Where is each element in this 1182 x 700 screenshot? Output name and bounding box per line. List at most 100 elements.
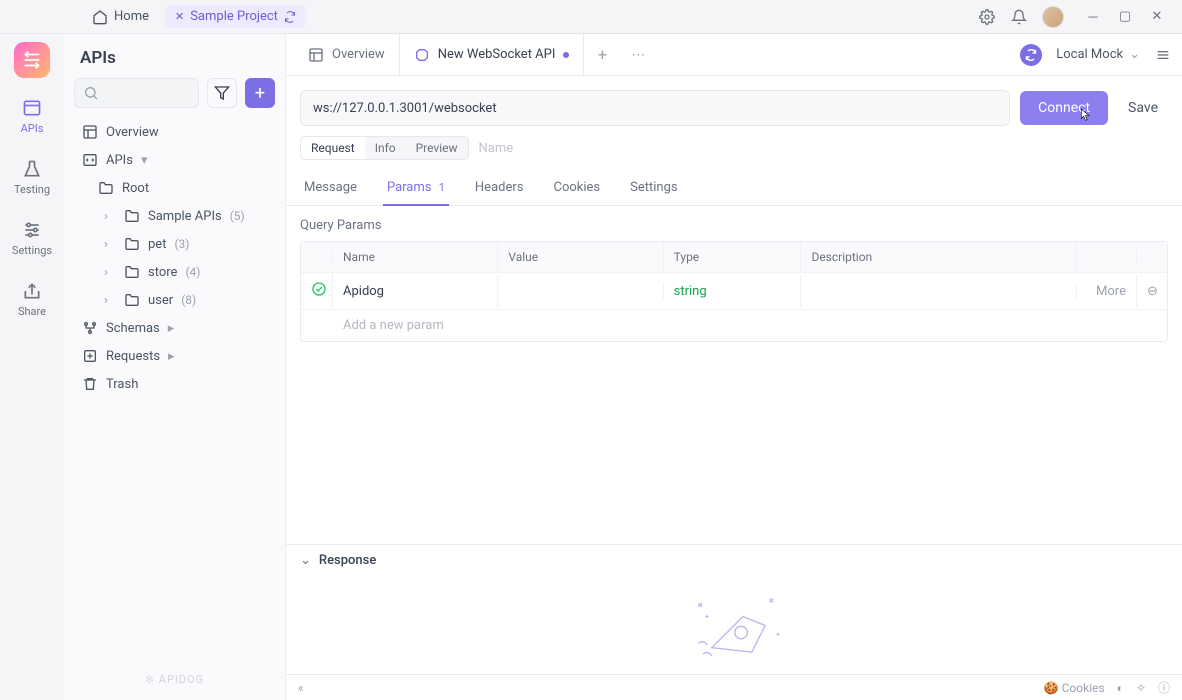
info-icon[interactable]: ⓘ [1158, 679, 1170, 696]
status-cookies[interactable]: 🍪 Cookies [1044, 681, 1105, 695]
close-icon[interactable]: ✕ [175, 10, 184, 23]
tree-trash-label: Trash [106, 377, 138, 392]
env-select[interactable]: Local Mock ⌄ [1052, 47, 1144, 62]
tree-root-label: Root [122, 181, 149, 196]
reqtab-params[interactable]: Params 1 [383, 172, 449, 205]
folder-icon [98, 180, 114, 196]
tab-websocket-label: New WebSocket API [438, 47, 556, 62]
tree-sample-apis[interactable]: › Sample APIs (5) [74, 202, 275, 230]
tab-more-icon[interactable]: ⋯ [620, 34, 656, 75]
home-crumb[interactable]: Home [84, 5, 157, 29]
param-row[interactable]: Apidog string More ⊖ [301, 272, 1167, 309]
rail-testing-label: Testing [14, 183, 50, 196]
help-icon[interactable]: ◐ [1117, 681, 1124, 695]
tree-root[interactable]: Root [74, 174, 275, 202]
rail-apis-label: APIs [21, 122, 44, 135]
add-param[interactable]: Add a new param [301, 309, 1167, 341]
requests-icon [82, 348, 98, 364]
status-cookies-label: Cookies [1062, 681, 1105, 695]
add-button[interactable]: + [245, 78, 275, 108]
url-value: ws://127.0.0.1.3001/websocket [313, 101, 497, 116]
reqtab-settings[interactable]: Settings [626, 172, 681, 205]
param-remove-icon[interactable]: ⊖ [1137, 276, 1167, 307]
tree-overview[interactable]: Overview [74, 118, 275, 146]
refresh-icon [284, 11, 296, 23]
param-more[interactable]: More [1077, 276, 1137, 307]
param-desc[interactable] [801, 283, 1077, 299]
tree-requests[interactable]: Requests ▸ [74, 342, 275, 370]
chevron-right-icon: › [104, 237, 116, 252]
feedback-icon[interactable]: ✧ [1136, 681, 1146, 695]
col-desc: Description [801, 242, 1077, 272]
pill-info[interactable]: Info [365, 137, 406, 159]
layout-icon [82, 124, 98, 140]
reqtab-message[interactable]: Message [300, 172, 361, 205]
folder-icon [124, 208, 140, 224]
tree-folder-label: Sample APIs [148, 209, 222, 224]
pill-preview[interactable]: Preview [406, 137, 468, 159]
env-badge-icon[interactable] [1020, 44, 1042, 66]
search-input[interactable] [74, 78, 199, 108]
home-label: Home [114, 9, 149, 24]
websocket-icon [414, 47, 430, 63]
cookie-icon: 🍪 [1044, 681, 1059, 695]
collapse-panels-icon[interactable]: « [298, 681, 304, 695]
reqtab-cookies[interactable]: Cookies [550, 172, 605, 205]
tab-websocket[interactable]: New WebSocket API [400, 34, 585, 75]
chevron-right-icon: ▸ [168, 349, 180, 364]
tree-requests-label: Requests [106, 349, 160, 364]
col-name: Name [333, 242, 498, 272]
param-value[interactable] [498, 283, 663, 299]
reqtab-headers[interactable]: Headers [471, 172, 528, 205]
settings-gear-icon[interactable] [978, 8, 996, 26]
project-label: Sample Project [190, 9, 278, 24]
tab-add[interactable]: + [584, 34, 620, 75]
code-icon [82, 152, 98, 168]
schema-icon [82, 320, 98, 336]
window-maximize-icon[interactable]: ▢ [1116, 8, 1134, 26]
tree-store[interactable]: › store (4) [74, 258, 275, 286]
name-placeholder[interactable]: Name [479, 141, 514, 156]
pill-request[interactable]: Request [301, 137, 365, 159]
avatar[interactable] [1042, 6, 1064, 28]
layout-icon [308, 47, 324, 63]
window-close-icon[interactable]: ✕ [1148, 8, 1166, 26]
response-toggle[interactable]: ⌄ Response [300, 553, 1168, 568]
params-header: Name Value Type Description [301, 242, 1167, 272]
tree-user[interactable]: › user (8) [74, 286, 275, 314]
tree-schemas[interactable]: Schemas ▸ [74, 314, 275, 342]
chevron-down-icon: ▾ [141, 153, 153, 168]
folder-icon [124, 292, 140, 308]
check-icon[interactable] [301, 273, 333, 309]
param-type[interactable]: string [664, 276, 802, 307]
response-title: Response [319, 553, 376, 568]
chevron-down-icon: ⌄ [1129, 47, 1140, 62]
rail-share-label: Share [18, 305, 46, 318]
folder-icon [124, 236, 140, 252]
filter-button[interactable] [207, 78, 237, 108]
menu-icon[interactable] [1154, 46, 1172, 64]
project-crumb[interactable]: ✕ Sample Project [165, 5, 306, 28]
app-logo[interactable] [14, 42, 50, 78]
tree-folder-label: store [148, 265, 177, 280]
param-name[interactable]: Apidog [333, 276, 498, 307]
tree-pet[interactable]: › pet (3) [74, 230, 275, 258]
save-button[interactable]: Save [1118, 91, 1168, 125]
tree-folder-count: (8) [181, 293, 196, 307]
reqtab-params-count: 1 [439, 181, 445, 194]
bell-icon[interactable] [1010, 8, 1028, 26]
tab-overview[interactable]: Overview [294, 34, 400, 75]
rail-share[interactable]: Share [0, 271, 64, 328]
tree-trash[interactable]: Trash [74, 370, 275, 398]
home-icon [92, 9, 108, 25]
window-minimize-icon[interactable]: ─ [1084, 8, 1102, 26]
rail-testing[interactable]: Testing [0, 149, 64, 206]
rail-apis[interactable]: APIs [0, 88, 64, 145]
reqtab-params-label: Params [387, 180, 432, 195]
url-input[interactable]: ws://127.0.0.1.3001/websocket [300, 90, 1010, 126]
search-icon [83, 85, 99, 101]
rail-settings[interactable]: Settings [0, 210, 64, 267]
tree-apis[interactable]: APIs ▾ [74, 146, 275, 174]
connect-button[interactable]: Connect [1020, 91, 1108, 125]
filter-icon [214, 85, 230, 101]
